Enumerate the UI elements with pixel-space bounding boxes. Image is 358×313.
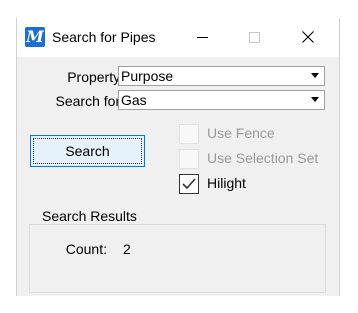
hilight-checkbox[interactable] (179, 174, 199, 194)
use-selection-set-checkbox[interactable] (179, 149, 199, 169)
maximize-icon (249, 32, 260, 43)
search-button-label: Search (33, 138, 142, 164)
property-dropdown[interactable]: Purpose (118, 66, 325, 86)
use-fence-checkbox[interactable] (179, 124, 199, 144)
search-for-dropdown-value: Gas (121, 92, 147, 108)
checkmark-icon (182, 178, 196, 190)
property-dropdown-value: Purpose (121, 68, 174, 84)
search-results-title: Search Results (39, 208, 140, 224)
count-value: 2 (123, 241, 131, 257)
maximize-button[interactable] (231, 18, 277, 57)
close-button[interactable] (285, 18, 331, 57)
use-fence-label: Use Fence (207, 125, 275, 141)
use-selection-set-label: Use Selection Set (207, 150, 319, 166)
search-results-group (29, 224, 326, 293)
window-title: Search for Pipes (52, 29, 156, 45)
search-for-pipes-dialog: M Search for Pipes Property: Purpose Sea… (16, 18, 340, 296)
minimize-button[interactable] (179, 18, 225, 57)
property-label: Property: (67, 69, 124, 85)
microstation-icon: M (25, 27, 45, 47)
search-for-dropdown[interactable]: Gas (118, 90, 325, 110)
search-button[interactable]: Search (30, 135, 145, 167)
count-label: Count: (65, 241, 107, 257)
close-icon (302, 31, 314, 43)
hilight-label[interactable]: Hilight (207, 175, 246, 191)
title-bar[interactable]: M Search for Pipes (17, 18, 339, 57)
minimize-icon (197, 37, 208, 38)
chevron-down-icon (311, 97, 319, 102)
chevron-down-icon (311, 73, 319, 78)
search-for-label: Search for: (55, 93, 124, 109)
